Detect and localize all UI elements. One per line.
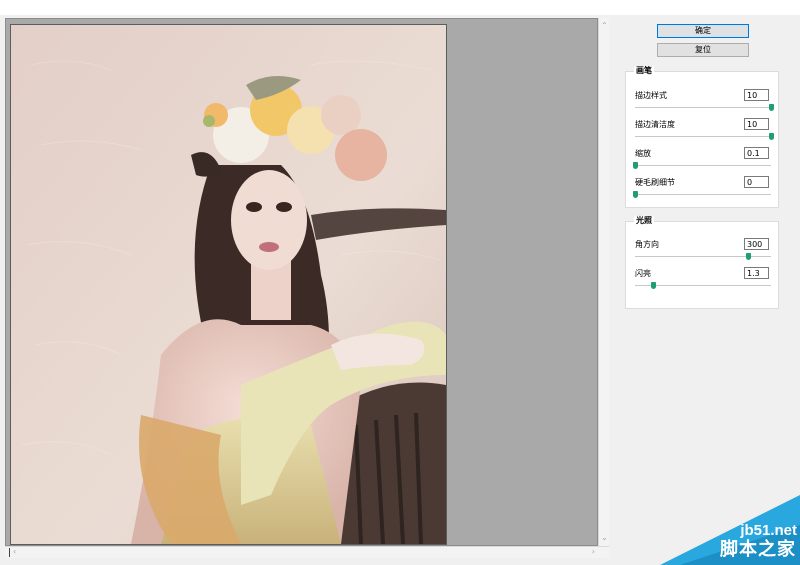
slider-thumb[interactable] <box>769 104 774 111</box>
stroke-style-slider[interactable] <box>635 104 774 111</box>
stroke-cleanliness-slider[interactable] <box>635 133 774 140</box>
scale-input[interactable] <box>744 147 769 159</box>
bristle-detail-slider[interactable] <box>633 191 771 198</box>
param-label: 硬毛刷细节 <box>635 178 675 187</box>
param-angle: 角方向 <box>626 238 780 268</box>
param-label: 描边清洁度 <box>635 120 675 129</box>
preview-viewport[interactable] <box>5 18 598 546</box>
param-bristle-detail: 硬毛刷细节 <box>626 176 780 206</box>
bristle-detail-input[interactable] <box>744 176 769 188</box>
param-stroke-style: 描边样式 <box>626 89 780 119</box>
slider-thumb[interactable] <box>650 282 656 289</box>
slider-thumb[interactable] <box>769 133 774 140</box>
top-strip <box>0 0 800 15</box>
param-label: 描边样式 <box>635 91 667 100</box>
watermark-name-text: 脚本之家 <box>720 539 796 560</box>
angle-input[interactable] <box>744 238 769 250</box>
scroll-right-icon[interactable]: › <box>592 548 595 556</box>
angle-slider[interactable] <box>635 253 771 260</box>
slider-thumb[interactable] <box>633 162 638 169</box>
param-stroke-cleanliness: 描边清洁度 <box>626 118 780 148</box>
param-label: 缩放 <box>635 149 651 158</box>
slider-thumb[interactable] <box>633 191 638 198</box>
site-watermark: jb51.net 脚本之家 <box>660 495 800 565</box>
shine-input[interactable] <box>744 267 769 279</box>
slider-thumb[interactable] <box>745 253 751 260</box>
ok-button[interactable]: 确定 <box>657 24 749 38</box>
stroke-style-input[interactable] <box>744 89 769 101</box>
param-label: 角方向 <box>635 240 659 249</box>
oil-paint-portrait-image <box>11 25 446 544</box>
shine-slider[interactable] <box>635 282 771 289</box>
param-scale: 缩放 <box>626 147 780 177</box>
scroll-up-icon[interactable]: ⌃ <box>601 22 608 30</box>
brush-settings-group: 画笔 描边样式 描边清洁度 缩放 硬毛刷细节 <box>625 66 780 208</box>
scroll-down-icon[interactable]: ⌄ <box>601 534 608 542</box>
scroll-left-icon[interactable]: ‹ <box>13 548 16 556</box>
stroke-cleanliness-input[interactable] <box>744 118 769 130</box>
param-label: 闪亮 <box>635 269 651 278</box>
horizontal-scrollbar[interactable]: ‹ › <box>5 546 609 558</box>
reset-button[interactable]: 复位 <box>657 43 749 57</box>
param-shine: 闪亮 <box>626 267 780 297</box>
scroll-position-marker <box>9 548 10 557</box>
scale-slider[interactable] <box>633 162 771 169</box>
lighting-settings-group: 光照 角方向 闪亮 <box>625 216 780 309</box>
vertical-scrollbar[interactable]: ⌃ ⌄ <box>598 18 609 546</box>
brush-group-title: 画笔 <box>634 66 654 76</box>
preview-image[interactable] <box>10 24 447 545</box>
lighting-group-title: 光照 <box>634 216 654 226</box>
